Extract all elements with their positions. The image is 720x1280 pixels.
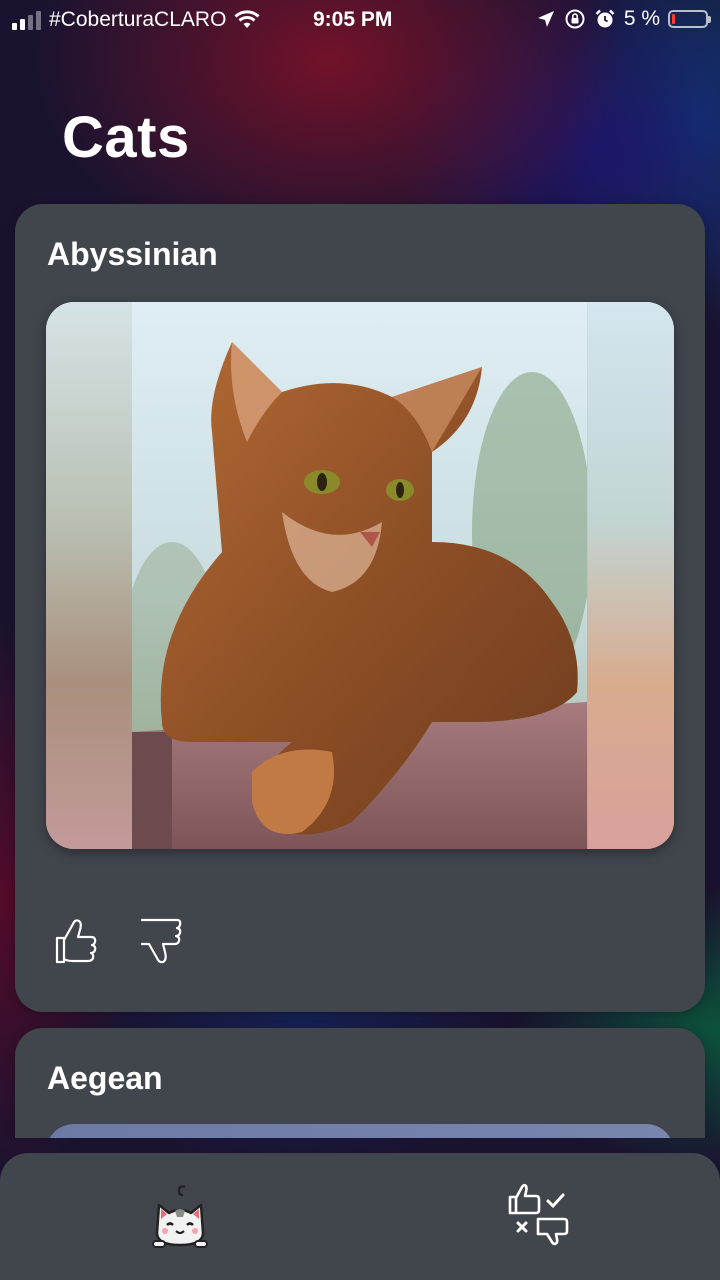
cat-face-icon[interactable]: [145, 1181, 215, 1251]
cat-breed-name: Abyssinian: [47, 236, 218, 272]
photo-blur-left: [46, 302, 132, 849]
rated-cats-icon[interactable]: [506, 1181, 576, 1251]
reaction-buttons: [53, 916, 183, 966]
thumbs-up-icon[interactable]: [53, 916, 99, 966]
cat-photo: [46, 302, 674, 849]
cat-breed-name: Aegean: [47, 1060, 163, 1096]
abyssinian-cat-image: [132, 302, 587, 849]
photo-blur-right: [588, 302, 674, 849]
cat-photo: [46, 1124, 674, 1138]
cat-card: Aegean: [15, 1028, 705, 1138]
thumbs-down-icon[interactable]: [137, 916, 183, 966]
cat-card: Abyssinian: [15, 204, 705, 1012]
tab-bar: [0, 1153, 720, 1280]
cat-feed[interactable]: Abyssinian Aegean: [0, 0, 720, 1138]
